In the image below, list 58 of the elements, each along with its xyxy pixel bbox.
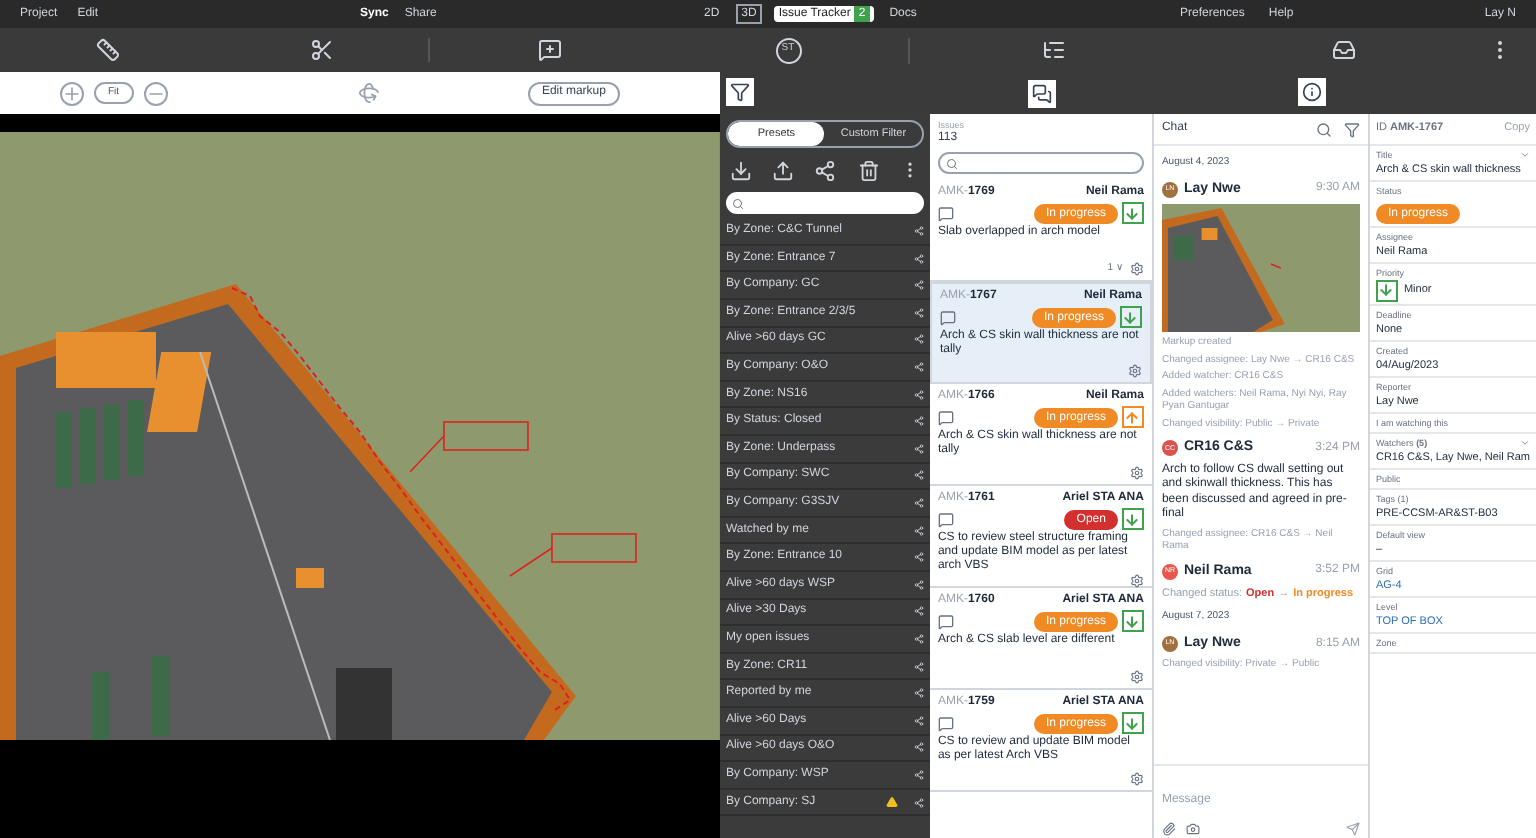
zoom-out-icon[interactable] <box>143 81 168 105</box>
comment-icon <box>937 205 954 221</box>
rotate-360-icon[interactable] <box>357 82 380 104</box>
comment-icon <box>939 309 956 325</box>
share-icon[interactable] <box>913 552 924 563</box>
share-icon[interactable] <box>913 769 924 780</box>
share-icon[interactable] <box>913 443 924 454</box>
share-icon[interactable] <box>913 497 924 508</box>
share-icon[interactable] <box>913 280 924 291</box>
comment-icon <box>937 409 954 425</box>
send-icon[interactable] <box>1345 821 1360 835</box>
gear-icon[interactable] <box>1129 670 1144 684</box>
scissors-icon[interactable] <box>309 38 333 62</box>
share-icon[interactable] <box>913 525 924 536</box>
share-icon[interactable] <box>913 715 924 726</box>
share-icon[interactable] <box>913 606 924 617</box>
zoom-in-icon[interactable] <box>60 81 84 105</box>
filter-icon[interactable] <box>725 77 754 105</box>
chat-icon[interactable] <box>1027 79 1056 107</box>
share-icon[interactable] <box>913 416 924 427</box>
search-icon <box>731 197 744 210</box>
search-icon <box>945 157 958 169</box>
inbox-icon[interactable] <box>1331 38 1356 62</box>
share-icon[interactable] <box>913 362 924 373</box>
share-icon[interactable] <box>913 470 924 481</box>
filter-icon[interactable] <box>1343 121 1360 137</box>
comment-icon <box>937 511 954 527</box>
search-field[interactable] <box>725 192 924 215</box>
info-icon[interactable] <box>1297 77 1326 105</box>
share-icon[interactable] <box>913 742 924 753</box>
camera-icon[interactable] <box>1185 821 1200 835</box>
add-comment-icon[interactable] <box>537 38 561 62</box>
search-icon[interactable] <box>1315 121 1332 137</box>
ruler-icon[interactable] <box>95 38 119 62</box>
import-icon[interactable] <box>730 159 753 182</box>
gear-icon[interactable] <box>1129 772 1144 786</box>
trash-icon[interactable] <box>857 159 880 182</box>
share-icon[interactable] <box>814 159 837 182</box>
share-icon[interactable] <box>913 688 924 699</box>
comment-icon <box>937 715 954 731</box>
gear-icon[interactable] <box>1129 574 1144 588</box>
share-icon[interactable] <box>913 334 924 345</box>
gear-icon[interactable] <box>1129 261 1144 276</box>
share-icon[interactable] <box>913 307 924 318</box>
comment-icon <box>937 613 954 629</box>
gear-icon[interactable] <box>1127 364 1142 378</box>
gear-icon[interactable] <box>1129 466 1144 480</box>
export-icon[interactable] <box>772 159 795 182</box>
paperclip-icon[interactable] <box>1161 821 1176 835</box>
share-icon[interactable] <box>913 633 924 644</box>
share-icon[interactable] <box>913 226 924 237</box>
share-icon[interactable] <box>913 579 924 590</box>
share-icon[interactable] <box>913 389 924 400</box>
search-field[interactable] <box>937 152 1144 174</box>
share-icon[interactable] <box>913 797 924 808</box>
share-icon[interactable] <box>913 253 924 264</box>
share-icon[interactable] <box>913 661 924 672</box>
list-icon[interactable] <box>1042 38 1067 62</box>
